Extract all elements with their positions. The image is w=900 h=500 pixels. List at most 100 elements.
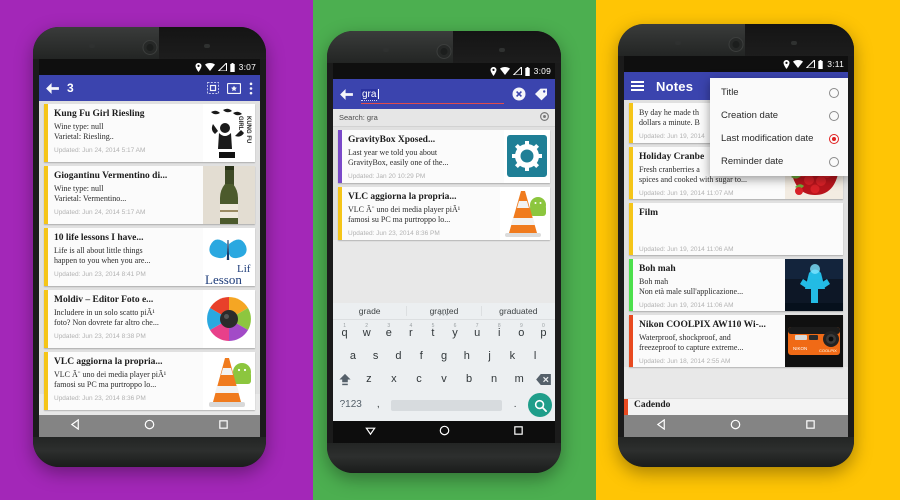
sort-option-creation-date[interactable]: Creation date (710, 104, 848, 127)
key-l[interactable]: l (525, 346, 545, 367)
action-bar-1: 3 (39, 75, 260, 101)
radio-button-unselected-icon[interactable] (829, 110, 839, 121)
key-v[interactable]: v (433, 369, 455, 390)
list-item[interactable]: 10 life lessons I have... Life is all ab… (44, 228, 255, 286)
back-arrow-icon[interactable] (46, 82, 59, 94)
sort-option-reminder-date[interactable]: Reminder date (710, 150, 848, 173)
nav-recents-square-icon[interactable] (218, 417, 229, 435)
key-p[interactable]: 0p (534, 323, 553, 344)
key-f[interactable]: f (411, 346, 431, 367)
list-item[interactable]: Kung Fu Girl Riesling Wine type: null Va… (44, 104, 255, 162)
period-key[interactable]: . (505, 395, 525, 415)
list-item[interactable]: Boh mah Boh mah Non età male sull'applic… (629, 259, 843, 311)
list-item[interactable]: VLC aggiorna la propria... VLC Ã¨ uno de… (44, 352, 255, 410)
nav-recents-square-icon[interactable] (513, 423, 524, 441)
key-i[interactable]: 8i (490, 323, 509, 344)
favorite-card-icon[interactable] (227, 82, 241, 94)
overflow-menu-icon[interactable] (249, 82, 253, 95)
back-arrow-icon[interactable] (340, 88, 353, 100)
tag-label-icon[interactable] (534, 88, 548, 101)
list-item-partial[interactable]: Cadendo (624, 398, 848, 415)
key-k[interactable]: k (502, 346, 522, 367)
soft-keyboard[interactable]: grade granted ••• graduated 1q 2w 3e 4r … (333, 303, 555, 421)
keyboard-row-2[interactable]: a s d f g h j k l (333, 345, 555, 368)
keyboard-row-4[interactable]: ?123 , . (333, 391, 555, 421)
sort-option-title[interactable]: Title (710, 81, 848, 104)
key-z[interactable]: z (358, 369, 380, 390)
key-y[interactable]: 6y (446, 323, 465, 344)
keyboard-suggestion-strip[interactable]: grade granted ••• graduated (333, 303, 555, 320)
list-item[interactable]: Nikon COOLPIX AW110 Wi-... Waterproof, s… (629, 315, 843, 367)
key-e[interactable]: 3e (379, 323, 398, 344)
backspace-key-icon[interactable] (533, 374, 553, 385)
nav-home-circle-icon[interactable] (439, 423, 450, 441)
key-q[interactable]: 1q (335, 323, 354, 344)
nav-home-circle-icon[interactable] (144, 417, 155, 435)
dismiss-circle-icon[interactable] (540, 112, 549, 123)
key-r[interactable]: 4r (401, 323, 420, 344)
key-g[interactable]: g (434, 346, 454, 367)
radio-button-unselected-icon[interactable] (829, 156, 839, 167)
space-key[interactable] (391, 399, 503, 411)
card-title: Moldiv – Editor Foto e... (54, 295, 154, 305)
key-d[interactable]: d (389, 346, 409, 367)
nav-home-circle-icon[interactable] (730, 417, 741, 435)
nav-bar-2[interactable] (333, 421, 555, 443)
shift-key-icon[interactable] (335, 373, 355, 386)
hamburger-menu-icon[interactable] (631, 81, 644, 91)
suggestion-more-icon[interactable]: ••• (439, 312, 449, 319)
key-b[interactable]: b (458, 369, 480, 390)
key-h[interactable]: h (457, 346, 477, 367)
key-m[interactable]: m (508, 369, 530, 390)
key-u[interactable]: 7u (468, 323, 487, 344)
key-a[interactable]: a (343, 346, 363, 367)
nav-back-down-triangle-icon[interactable] (364, 423, 376, 441)
card-title: Kung Fu Girl Riesling (54, 109, 145, 119)
comma-key[interactable]: , (368, 395, 388, 415)
list-item[interactable]: Film Updated: Jun 19, 2014 11:06 AM (629, 203, 843, 255)
list-item[interactable]: Moldiv – Editor Foto e... Includere in u… (44, 290, 255, 348)
status-bar-1: 3:07 (39, 59, 260, 75)
key-o[interactable]: 9o (512, 323, 531, 344)
symbols-key[interactable]: ?123 (336, 395, 365, 415)
phone-sensor-right-icon (498, 48, 505, 52)
nav-recents-square-icon[interactable] (805, 417, 816, 435)
grid-view-icon[interactable] (207, 82, 219, 94)
article-list-1[interactable]: Kung Fu Girl Riesling Wine type: null Va… (39, 101, 260, 410)
list-item[interactable]: GravityBox Xposed... Last year we told y… (338, 130, 550, 183)
search-hint-bar[interactable]: Search: gra (333, 109, 555, 127)
page-title: 3 (67, 81, 74, 95)
key-n[interactable]: n (483, 369, 505, 390)
card-line-2: Non età male sull'applicazione... (639, 287, 744, 297)
search-results-list[interactable]: GravityBox Xposed... Last year we told y… (333, 127, 555, 240)
radio-button-unselected-icon[interactable] (829, 87, 839, 98)
gravitybox-gear-thumb (504, 130, 550, 183)
key-c[interactable]: c (408, 369, 430, 390)
nav-back-triangle-icon[interactable] (656, 417, 667, 435)
sort-option-label: Last modification date (721, 133, 814, 144)
card-line-2: foto? Non dovrete far altro che... (54, 318, 159, 328)
key-t[interactable]: 5t (423, 323, 442, 344)
nav-bar-1[interactable] (39, 415, 260, 437)
keyboard-search-icon[interactable] (528, 393, 552, 417)
keyboard-row-3[interactable]: z x c v b n m (333, 368, 555, 391)
list-item[interactable]: Giogantinu Vermentino di... Wine type: n… (44, 166, 255, 224)
key-j[interactable]: j (480, 346, 500, 367)
sort-dropdown-menu[interactable]: Title Creation date Last modification da… (710, 78, 848, 176)
suggestion-item[interactable]: granted ••• (407, 306, 482, 319)
search-input[interactable]: gra (361, 84, 504, 104)
suggestion-item[interactable]: graduated (482, 306, 555, 316)
key-x[interactable]: x (383, 369, 405, 390)
keyboard-row-1[interactable]: 1q 2w 3e 4r 5t 6y 7u 8i 9o 0p (333, 320, 555, 345)
key-w[interactable]: 2w (357, 323, 376, 344)
nav-back-triangle-icon[interactable] (70, 417, 81, 435)
radio-button-selected-icon[interactable] (829, 133, 839, 144)
list-item[interactable]: VLC aggiorna la propria... VLC Ã¨ uno de… (338, 187, 550, 240)
clear-search-icon[interactable] (512, 87, 526, 101)
card-line-1: Boh mah (639, 276, 669, 286)
key-s[interactable]: s (366, 346, 386, 367)
nav-bar-3[interactable] (624, 415, 848, 437)
sort-option-last-modification-date[interactable]: Last modification date (710, 127, 848, 150)
suggestion-item[interactable]: grade (333, 306, 408, 316)
key-hint: 5 (431, 323, 435, 329)
